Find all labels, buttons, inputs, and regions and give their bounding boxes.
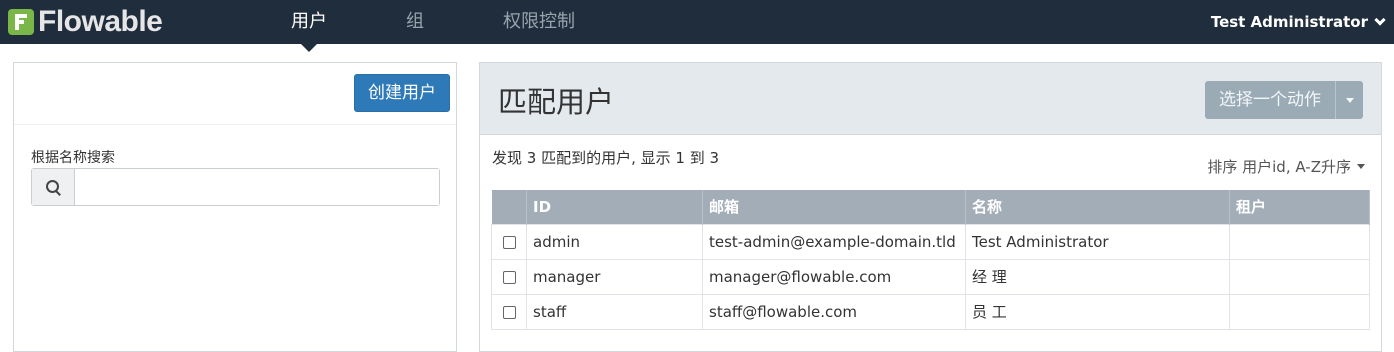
nav-tab-users-label: 用户 xyxy=(291,11,327,32)
search-input[interactable] xyxy=(75,169,439,205)
users-table: ID 邮箱 名称 租户 admin test-admin@example-dom… xyxy=(491,190,1370,330)
nav-tab-groups[interactable]: 组 xyxy=(396,0,434,44)
cell-name: 经 理 xyxy=(965,258,1230,295)
sort-label: 排序 用户id, A-Z升序 xyxy=(1207,158,1351,176)
search-addon xyxy=(32,169,75,205)
left-toolbar: 创建用户 xyxy=(14,63,456,125)
create-user-button[interactable]: 创建用户 xyxy=(354,74,450,112)
page-title: 匹配用户 xyxy=(498,85,615,119)
cell-email: staff@flowable.com xyxy=(702,293,966,330)
row-checkbox[interactable] xyxy=(502,235,516,249)
cell-id: staff xyxy=(526,293,703,330)
row-checkbox-cell xyxy=(491,223,527,260)
cell-id: admin xyxy=(526,223,703,260)
action-dropdown: 选择一个动作 xyxy=(1205,81,1363,119)
cell-tenant xyxy=(1229,293,1370,330)
nav-tab-privileges[interactable]: 权限控制 xyxy=(494,0,584,44)
search-label: 根据名称搜索 xyxy=(31,150,115,166)
search-input-group xyxy=(31,168,440,206)
chevron-down-icon xyxy=(1374,13,1386,26)
cell-tenant xyxy=(1229,258,1370,295)
user-menu-label: Test Administrator xyxy=(1210,13,1368,31)
result-summary: 发现 3 匹配到的用户, 显示 1 到 3 xyxy=(492,149,720,167)
column-header-email[interactable]: 邮箱 xyxy=(702,190,966,224)
flowable-logo[interactable]: Flowable xyxy=(8,5,163,38)
sort-dropdown[interactable]: 排序 用户id, A-Z升序 xyxy=(1207,156,1365,177)
table-row[interactable]: staff staff@flowable.com 员 工 xyxy=(491,293,1370,330)
cell-name: Test Administrator xyxy=(965,223,1230,260)
cell-id: manager xyxy=(526,258,703,295)
flowable-logo-icon xyxy=(8,9,34,35)
column-header-name[interactable]: 名称 xyxy=(965,190,1230,224)
search-icon xyxy=(46,180,60,194)
matching-users-panel: 匹配用户 选择一个动作 发现 3 匹配到的用户, 显示 1 到 3 排序 用户i… xyxy=(479,62,1382,352)
nav-tab-privileges-label: 权限控制 xyxy=(503,11,575,32)
caret-down-icon xyxy=(1357,164,1365,169)
top-navbar: Flowable 用户 组 权限控制 Test Administrator xyxy=(0,0,1394,52)
panel-header: 匹配用户 选择一个动作 xyxy=(480,63,1381,135)
table-header-row: ID 邮箱 名称 租户 xyxy=(491,190,1370,224)
cell-name: 员 工 xyxy=(965,293,1230,330)
row-checkbox-cell xyxy=(491,293,527,330)
header-checkbox-cell xyxy=(491,190,527,224)
select-action-button[interactable]: 选择一个动作 xyxy=(1205,81,1335,119)
row-checkbox[interactable] xyxy=(502,270,516,284)
table-row[interactable]: admin test-admin@example-domain.tld Test… xyxy=(491,223,1370,260)
row-checkbox-cell xyxy=(491,258,527,295)
nav-tab-users[interactable]: 用户 xyxy=(280,0,338,52)
user-menu[interactable]: Test Administrator xyxy=(1210,0,1386,44)
caret-down-icon xyxy=(1345,97,1354,103)
cell-tenant xyxy=(1229,223,1370,260)
column-header-id[interactable]: ID xyxy=(526,190,703,224)
cell-email: manager@flowable.com xyxy=(702,258,966,295)
action-dropdown-toggle[interactable] xyxy=(1335,81,1363,119)
user-search-panel: 创建用户 根据名称搜索 xyxy=(13,62,457,352)
row-checkbox[interactable] xyxy=(502,305,516,319)
active-tab-caret-icon xyxy=(301,44,317,52)
brand-name: Flowable xyxy=(38,5,163,38)
cell-email: test-admin@example-domain.tld xyxy=(702,223,966,260)
table-row[interactable]: manager manager@flowable.com 经 理 xyxy=(491,258,1370,295)
column-header-tenant[interactable]: 租户 xyxy=(1229,190,1370,224)
nav-tab-groups-label: 组 xyxy=(406,11,424,32)
